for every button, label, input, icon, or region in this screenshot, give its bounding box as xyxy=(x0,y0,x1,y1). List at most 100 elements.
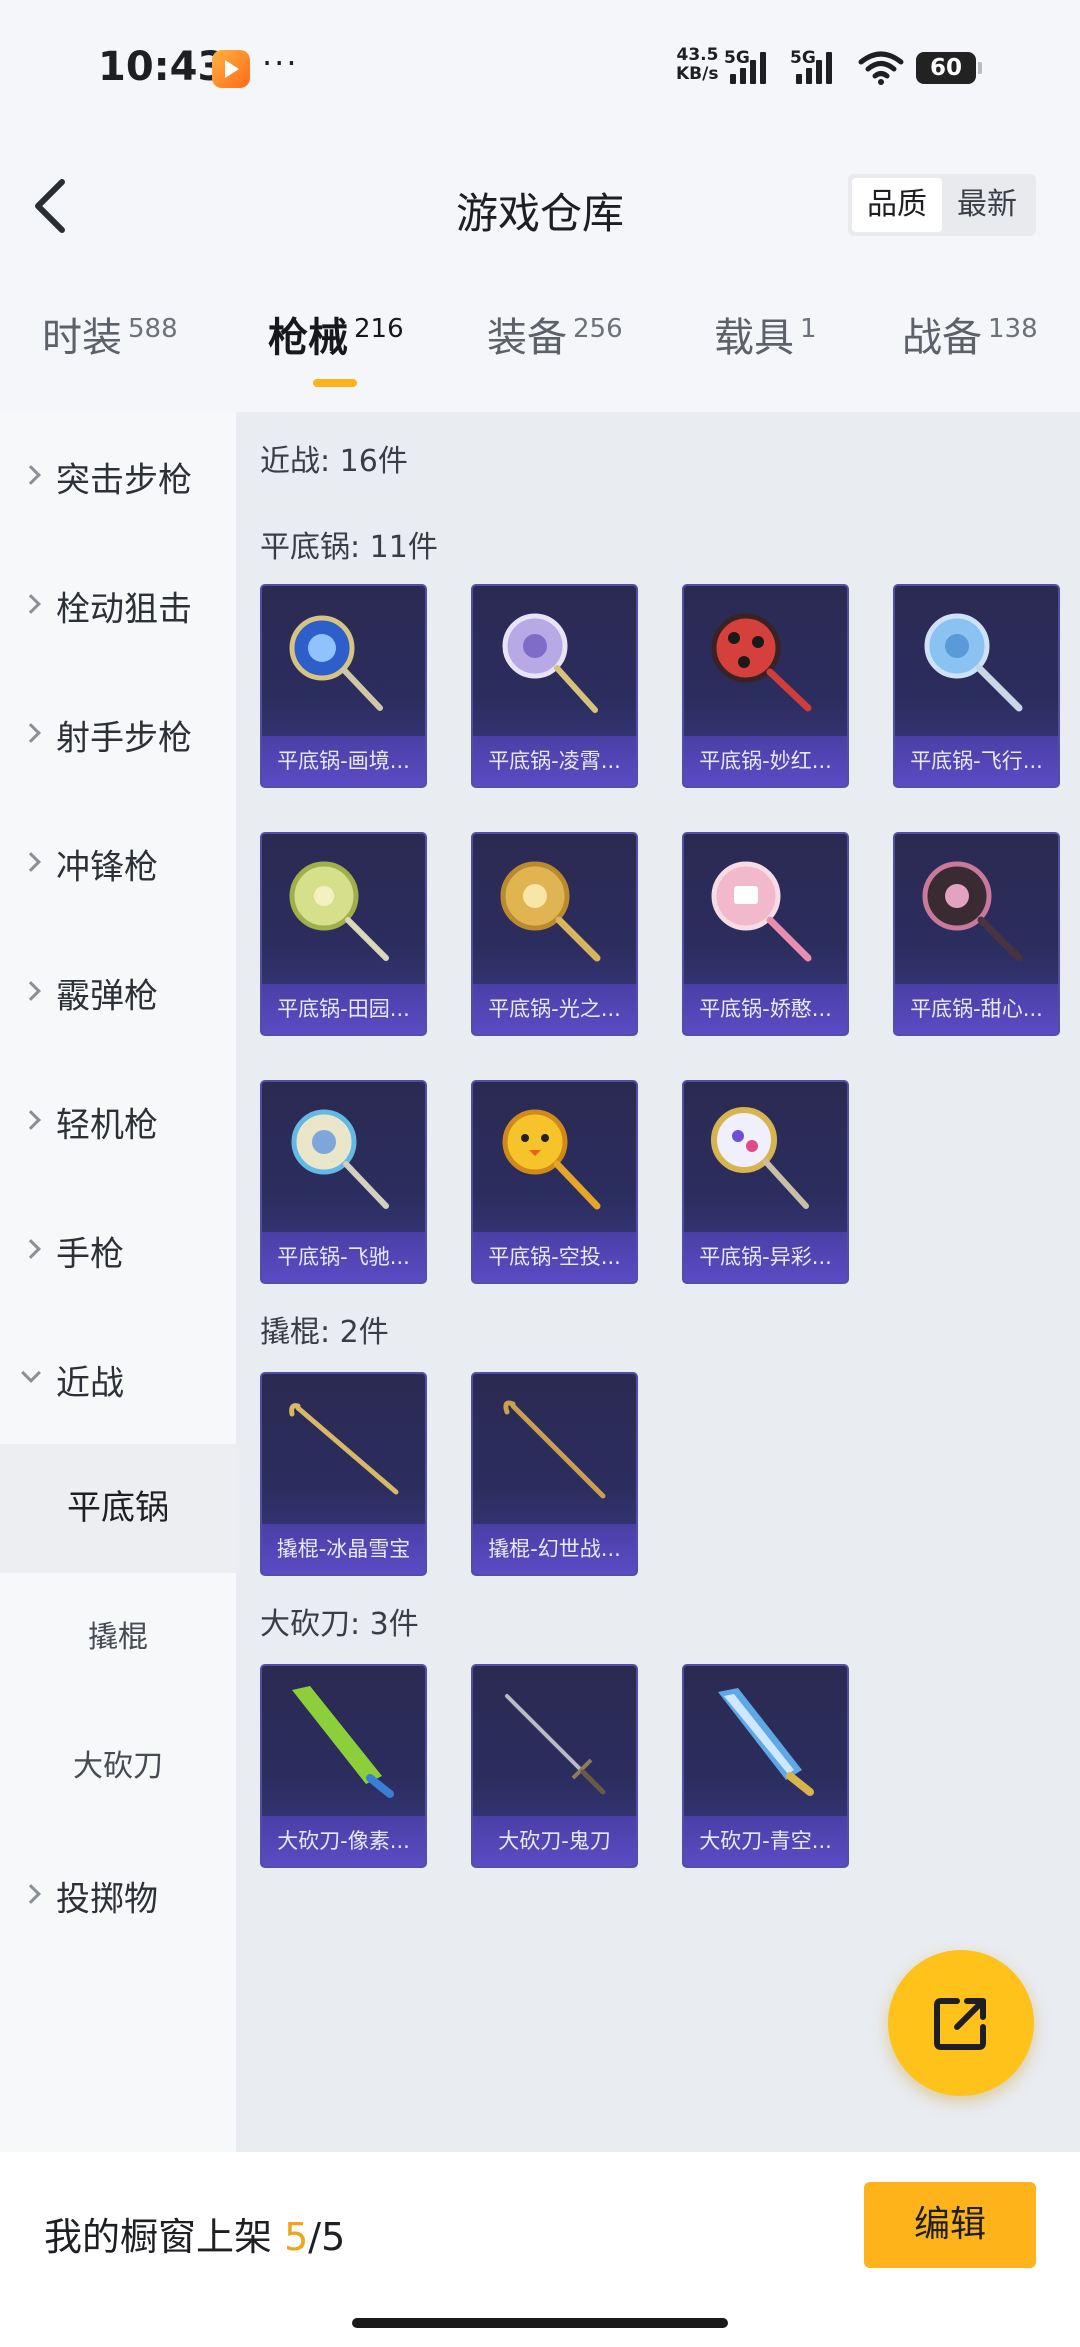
item-name: 平底锅-凌霄... xyxy=(473,736,636,786)
sidebar-item-lmg[interactable]: 轻机枪 xyxy=(0,1057,236,1186)
section-title-crowbar: 撬棍: 2件 xyxy=(260,1315,389,1350)
status-bar: 10:43 ··· 43.5 KB/s 5G 5G 60 xyxy=(0,0,1080,140)
more-notifications-icon: ··· xyxy=(262,44,299,82)
tab-outfits[interactable]: 时装 588 xyxy=(42,305,178,363)
tab-count: 216 xyxy=(354,313,404,344)
pan-skin-image xyxy=(711,1107,809,1209)
showcase-label: 我的橱窗上架 xyxy=(44,2215,273,2259)
sidebar-subitem-machete[interactable]: 大砍刀 xyxy=(0,1702,236,1831)
tab-supplies[interactable]: 战备 138 xyxy=(902,305,1038,363)
share-button[interactable] xyxy=(888,1950,1034,2096)
pan-skin-image xyxy=(502,613,598,713)
item-name: 平底锅-甜心... xyxy=(895,984,1058,1034)
edit-button[interactable]: 编辑 xyxy=(864,2182,1036,2268)
item-name: 平底锅-异彩... xyxy=(684,1232,847,1282)
chevron-right-icon xyxy=(21,980,41,1001)
machete-skin-image xyxy=(505,1694,606,1795)
item-name: 撬棍-冰晶雪宝 xyxy=(262,1524,425,1574)
sidebar-item-smg[interactable]: 冲锋枪 xyxy=(0,799,236,928)
sidebar-item-label: 手枪 xyxy=(56,1234,124,1274)
pan-skin-image xyxy=(500,861,601,962)
machete-skin-image xyxy=(718,1688,814,1796)
item-card[interactable]: 平底锅-画境... xyxy=(260,584,427,788)
sidebar-item-assault-rifle[interactable]: 突击步枪 xyxy=(0,412,236,541)
pan-skin-image xyxy=(291,1109,389,1209)
item-card[interactable]: 平底锅-飞行... xyxy=(893,584,1060,788)
item-name: 平底锅-娇憨... xyxy=(684,984,847,1034)
video-app-icon xyxy=(212,50,250,88)
sidebar-subitem-crowbar[interactable]: 撬棍 xyxy=(0,1573,236,1702)
sidebar-item-throwables[interactable]: 投掷物 xyxy=(0,1831,236,1960)
active-tab-indicator xyxy=(313,379,357,387)
app-header: 游戏仓库 品质 最新 xyxy=(0,140,1080,270)
item-card[interactable]: 平底锅-光之... xyxy=(471,832,638,1036)
item-card[interactable]: 大砍刀-鬼刀 xyxy=(471,1664,638,1868)
item-grid-panel: 近战: 16件 平底锅: 11件 撬棍: 2件 大砍刀: 3件 平底锅-画境..… xyxy=(236,412,1080,2152)
item-card[interactable]: 撬棍-幻世战... xyxy=(471,1372,638,1576)
chevron-right-icon xyxy=(21,722,41,743)
item-card[interactable]: 平底锅-空投... xyxy=(471,1080,638,1284)
chevron-right-icon xyxy=(21,1238,41,1259)
sort-by-quality-button[interactable]: 品质 xyxy=(852,178,942,232)
network-type-label: 5G xyxy=(790,48,816,68)
wifi-icon xyxy=(858,51,904,85)
tab-count: 1 xyxy=(800,313,817,344)
item-name: 大砍刀-像素... xyxy=(262,1816,425,1866)
item-card[interactable]: 平底锅-甜心... xyxy=(893,832,1060,1036)
chevron-right-icon xyxy=(21,1109,41,1130)
sidebar-item-bolt-sniper[interactable]: 栓动狙击 xyxy=(0,541,236,670)
signal-icon: 5G xyxy=(724,48,784,84)
item-name: 平底锅-画境... xyxy=(262,736,425,786)
item-card[interactable]: 平底锅-娇憨... xyxy=(682,832,849,1036)
tab-count: 588 xyxy=(128,313,178,344)
tab-vehicles[interactable]: 载具 1 xyxy=(714,305,817,363)
sidebar-item-marksman-rifle[interactable]: 射手步枪 xyxy=(0,670,236,799)
item-card[interactable]: 平底锅-妙红... xyxy=(682,584,849,788)
pan-skin-image xyxy=(711,613,812,712)
chevron-down-icon xyxy=(21,1362,41,1383)
sort-by-newest-button[interactable]: 最新 xyxy=(942,178,1032,232)
battery-indicator: 60 xyxy=(916,52,982,84)
chevron-right-icon xyxy=(21,1883,41,1904)
sidebar-item-shotgun[interactable]: 霰弹枪 xyxy=(0,928,236,1057)
sidebar-subitem-pan[interactable]: 平底锅 xyxy=(0,1444,236,1573)
sidebar-item-label: 突击步枪 xyxy=(56,460,192,500)
tab-label: 枪械 xyxy=(268,315,348,361)
item-card[interactable]: 平底锅-异彩... xyxy=(682,1080,849,1284)
group-title: 近战: 16件 xyxy=(260,444,408,479)
item-name: 平底锅-飞行... xyxy=(895,736,1058,786)
item-name: 平底锅-妙红... xyxy=(684,736,847,786)
item-card[interactable]: 撬棍-冰晶雪宝 xyxy=(260,1372,427,1576)
signal-icon: 5G xyxy=(790,48,850,84)
showcase-total-count: /5 xyxy=(308,2215,346,2259)
item-card[interactable]: 大砍刀-青空... xyxy=(682,1664,849,1868)
tab-firearms[interactable]: 枪械 216 xyxy=(268,305,404,363)
tab-count: 256 xyxy=(573,313,623,344)
tab-label: 时装 xyxy=(42,315,122,361)
item-name: 撬棍-幻世战... xyxy=(473,1524,636,1574)
section-title-machete: 大砍刀: 3件 xyxy=(260,1607,419,1642)
machete-skin-image xyxy=(292,1686,394,1798)
network-speed-unit: KB/s xyxy=(676,64,719,84)
sidebar-item-pistol[interactable]: 手枪 xyxy=(0,1186,236,1315)
sort-toggle[interactable]: 品质 最新 xyxy=(848,174,1036,236)
pan-skin-image xyxy=(924,613,1023,712)
tab-equipment[interactable]: 装备 256 xyxy=(487,305,623,363)
network-speed: 43.5 KB/s xyxy=(676,46,718,84)
section-title-pan: 平底锅: 11件 xyxy=(260,530,438,565)
item-card[interactable]: 平底锅-田园... xyxy=(260,832,427,1036)
sidebar-item-melee[interactable]: 近战 xyxy=(0,1315,236,1444)
item-name: 平底锅-空投... xyxy=(473,1232,636,1282)
item-card[interactable]: 大砍刀-像素... xyxy=(260,1664,427,1868)
home-indicator[interactable] xyxy=(352,2318,728,2328)
chevron-right-icon xyxy=(21,851,41,872)
item-card[interactable]: 平底锅-凌霄... xyxy=(471,584,638,788)
sidebar-item-label: 栓动狙击 xyxy=(56,589,192,629)
showcase-status: 我的橱窗上架 5/5 xyxy=(44,2206,345,2261)
tab-count: 138 xyxy=(988,313,1038,344)
item-card[interactable]: 平底锅-飞驰... xyxy=(260,1080,427,1284)
network-type-label: 5G xyxy=(724,48,750,68)
status-time: 10:43 xyxy=(98,44,226,90)
pan-skin-image xyxy=(502,1109,601,1210)
chevron-right-icon xyxy=(21,464,41,485)
